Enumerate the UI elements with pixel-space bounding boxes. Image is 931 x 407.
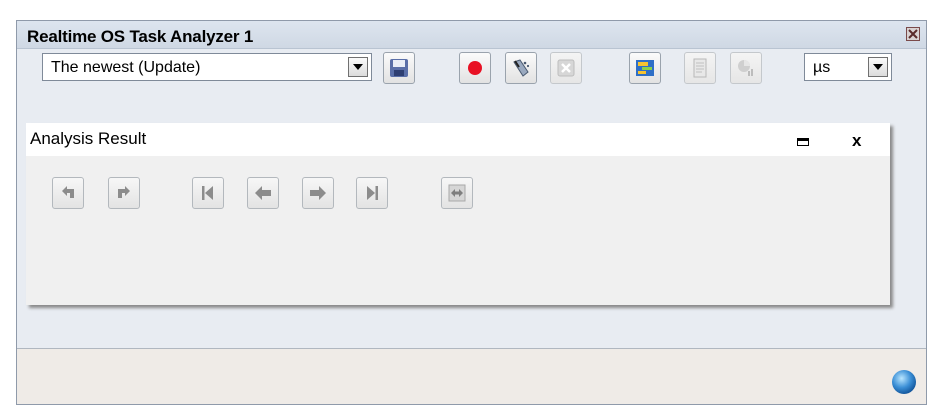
arrow-left-icon [255, 186, 271, 200]
window-title: Realtime OS Task Analyzer 1 [27, 27, 254, 46]
mode-select-value: The newest (Update) [51, 59, 201, 76]
record-icon [468, 61, 482, 75]
next-button[interactable] [302, 177, 334, 209]
record-button[interactable] [459, 52, 491, 84]
task-chart-icon [636, 60, 654, 76]
unit-select[interactable]: µs [804, 53, 892, 81]
curved-arrow-left-icon [62, 186, 74, 198]
forward-button[interactable] [108, 177, 140, 209]
skip-last-icon [367, 186, 378, 200]
curved-arrow-right-icon [118, 186, 130, 198]
panel-close-button[interactable]: x [852, 131, 861, 151]
report-button[interactable] [684, 52, 716, 84]
save-icon [390, 59, 408, 77]
back-button[interactable] [52, 177, 84, 209]
first-button[interactable] [192, 177, 224, 209]
task-view-button[interactable] [629, 52, 661, 84]
panel-title: Analysis Result [30, 129, 147, 148]
title-bar: Realtime OS Task Analyzer 1 [17, 21, 926, 49]
last-button[interactable] [356, 177, 388, 209]
sync-icon [448, 184, 466, 202]
statistics-button[interactable] [730, 52, 762, 84]
save-button[interactable] [383, 52, 415, 84]
panel-header: Analysis Result x [26, 123, 890, 156]
arrow-right-icon [310, 186, 326, 200]
eraser-icon [513, 59, 530, 77]
clear-button[interactable] [505, 52, 537, 84]
analysis-result-panel: Analysis Result x [26, 123, 890, 305]
stop-icon [557, 59, 575, 77]
previous-button[interactable] [247, 177, 279, 209]
globe-icon [892, 370, 916, 394]
document-icon [693, 58, 707, 78]
status-bar [17, 348, 926, 404]
mode-select[interactable]: The newest (Update) [42, 53, 372, 81]
chevron-down-icon[interactable] [348, 57, 368, 77]
skip-first-icon [202, 186, 213, 200]
chevron-down-icon[interactable] [868, 57, 888, 77]
maximize-icon[interactable] [797, 138, 809, 146]
statistics-icon [738, 60, 753, 76]
unit-select-value: µs [813, 59, 831, 76]
sync-button[interactable] [441, 177, 473, 209]
close-window-icon[interactable] [906, 27, 920, 41]
stop-button[interactable] [550, 52, 582, 84]
